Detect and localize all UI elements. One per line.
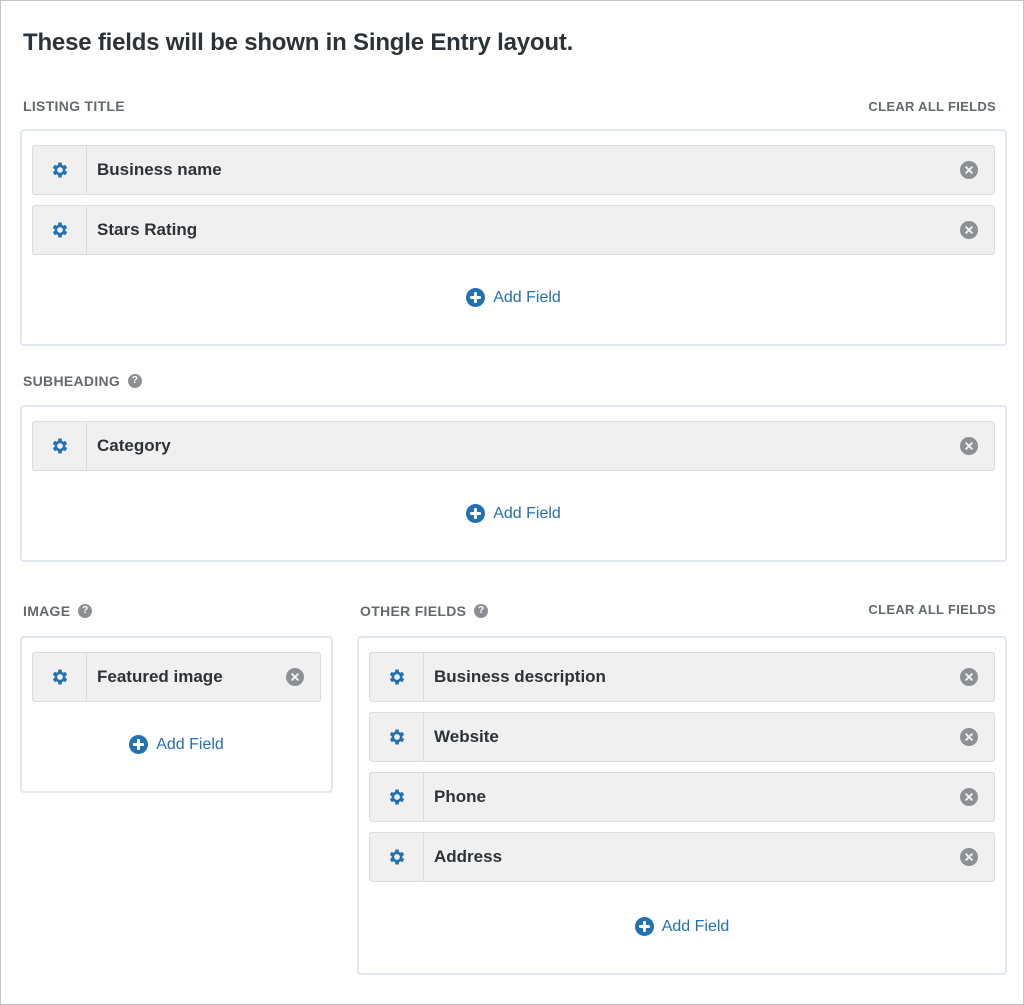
plus-circle-icon <box>129 735 149 754</box>
field-website[interactable]: Website <box>369 712 995 762</box>
gear-icon <box>52 669 67 685</box>
gear-icon <box>389 729 404 745</box>
field-settings-button[interactable] <box>370 773 424 821</box>
plus-circle-icon <box>466 504 486 523</box>
gear-icon <box>389 669 404 685</box>
clear-all-fields-link-other-fields[interactable]: CLEAR ALL FIELDS <box>868 602 996 617</box>
subheading-area: Category Add Field <box>20 405 1007 562</box>
field-label: Featured image <box>97 667 223 686</box>
image-area: Featured image Add Field <box>20 636 333 793</box>
gear-icon <box>389 849 404 865</box>
remove-circle-icon <box>960 848 978 866</box>
field-address[interactable]: Address <box>369 832 995 882</box>
add-field-label: Add Field <box>156 735 224 753</box>
add-field-button-image[interactable]: Add Field <box>22 735 331 754</box>
field-settings-button[interactable] <box>33 206 87 254</box>
clear-all-fields-link-listing-title[interactable]: CLEAR ALL FIELDS <box>868 99 996 114</box>
field-settings-button[interactable] <box>33 422 87 470</box>
listing-title-area: Business name Stars Rating Add Field <box>20 129 1007 346</box>
image-label: IMAGE <box>23 603 71 619</box>
gear-icon <box>52 222 67 238</box>
listing-title-label: LISTING TITLE <box>23 98 125 114</box>
remove-field-button[interactable] <box>944 422 994 470</box>
add-field-button-listing-title[interactable]: Add Field <box>22 288 1005 307</box>
other-fields-label: OTHER FIELDS <box>360 603 467 619</box>
page-title: These fields will be shown in Single Ent… <box>23 29 574 56</box>
remove-circle-icon <box>960 161 978 179</box>
remove-field-button[interactable] <box>944 773 994 821</box>
field-business-name[interactable]: Business name <box>32 145 995 195</box>
remove-field-button[interactable] <box>944 833 994 881</box>
field-label: Category <box>97 436 171 455</box>
help-icon[interactable]: ? <box>78 604 93 618</box>
section-label-image: IMAGE ? <box>23 603 93 619</box>
section-label-listing-title: LISTING TITLE <box>23 98 125 114</box>
other-fields-area: Business description Website Phone Addre… <box>357 636 1007 975</box>
remove-field-button[interactable] <box>944 713 994 761</box>
field-settings-button[interactable] <box>370 713 424 761</box>
add-field-button-other-fields[interactable]: Add Field <box>359 917 1005 936</box>
gear-icon <box>52 438 67 454</box>
field-label: Address <box>434 847 503 866</box>
remove-circle-icon <box>960 668 978 686</box>
remove-field-button[interactable] <box>270 653 320 701</box>
field-label: Business description <box>434 667 606 686</box>
gear-icon <box>389 789 404 805</box>
field-label: Website <box>434 727 499 746</box>
remove-field-button[interactable] <box>944 653 994 701</box>
field-settings-button[interactable] <box>33 653 87 701</box>
remove-circle-icon <box>960 728 978 746</box>
field-label: Phone <box>434 787 486 806</box>
field-label: Stars Rating <box>97 220 198 239</box>
remove-circle-icon <box>286 668 304 686</box>
remove-circle-icon <box>960 221 978 239</box>
remove-field-button[interactable] <box>944 206 994 254</box>
plus-circle-icon <box>466 288 486 307</box>
help-icon[interactable]: ? <box>474 604 489 618</box>
field-category[interactable]: Category <box>32 421 995 471</box>
remove-circle-icon <box>960 437 978 455</box>
field-settings-button[interactable] <box>370 653 424 701</box>
help-icon[interactable]: ? <box>128 374 143 388</box>
field-phone[interactable]: Phone <box>369 772 995 822</box>
layout-panel: These fields will be shown in Single Ent… <box>0 0 1024 1005</box>
section-label-other-fields: OTHER FIELDS ? <box>360 603 489 619</box>
field-settings-button[interactable] <box>370 833 424 881</box>
gear-icon <box>52 162 67 178</box>
field-business-description[interactable]: Business description <box>369 652 995 702</box>
field-label: Business name <box>97 160 222 179</box>
subheading-label: SUBHEADING <box>23 373 121 389</box>
field-stars-rating[interactable]: Stars Rating <box>32 205 995 255</box>
remove-field-button[interactable] <box>944 146 994 194</box>
plus-circle-icon <box>634 917 654 936</box>
section-label-subheading: SUBHEADING ? <box>23 373 143 389</box>
add-field-label: Add Field <box>493 288 561 306</box>
field-featured-image[interactable]: Featured image <box>32 652 321 702</box>
add-field-label: Add Field <box>493 504 561 522</box>
remove-circle-icon <box>960 788 978 806</box>
add-field-button-subheading[interactable]: Add Field <box>22 504 1005 523</box>
add-field-label: Add Field <box>661 917 730 935</box>
field-settings-button[interactable] <box>33 146 87 194</box>
